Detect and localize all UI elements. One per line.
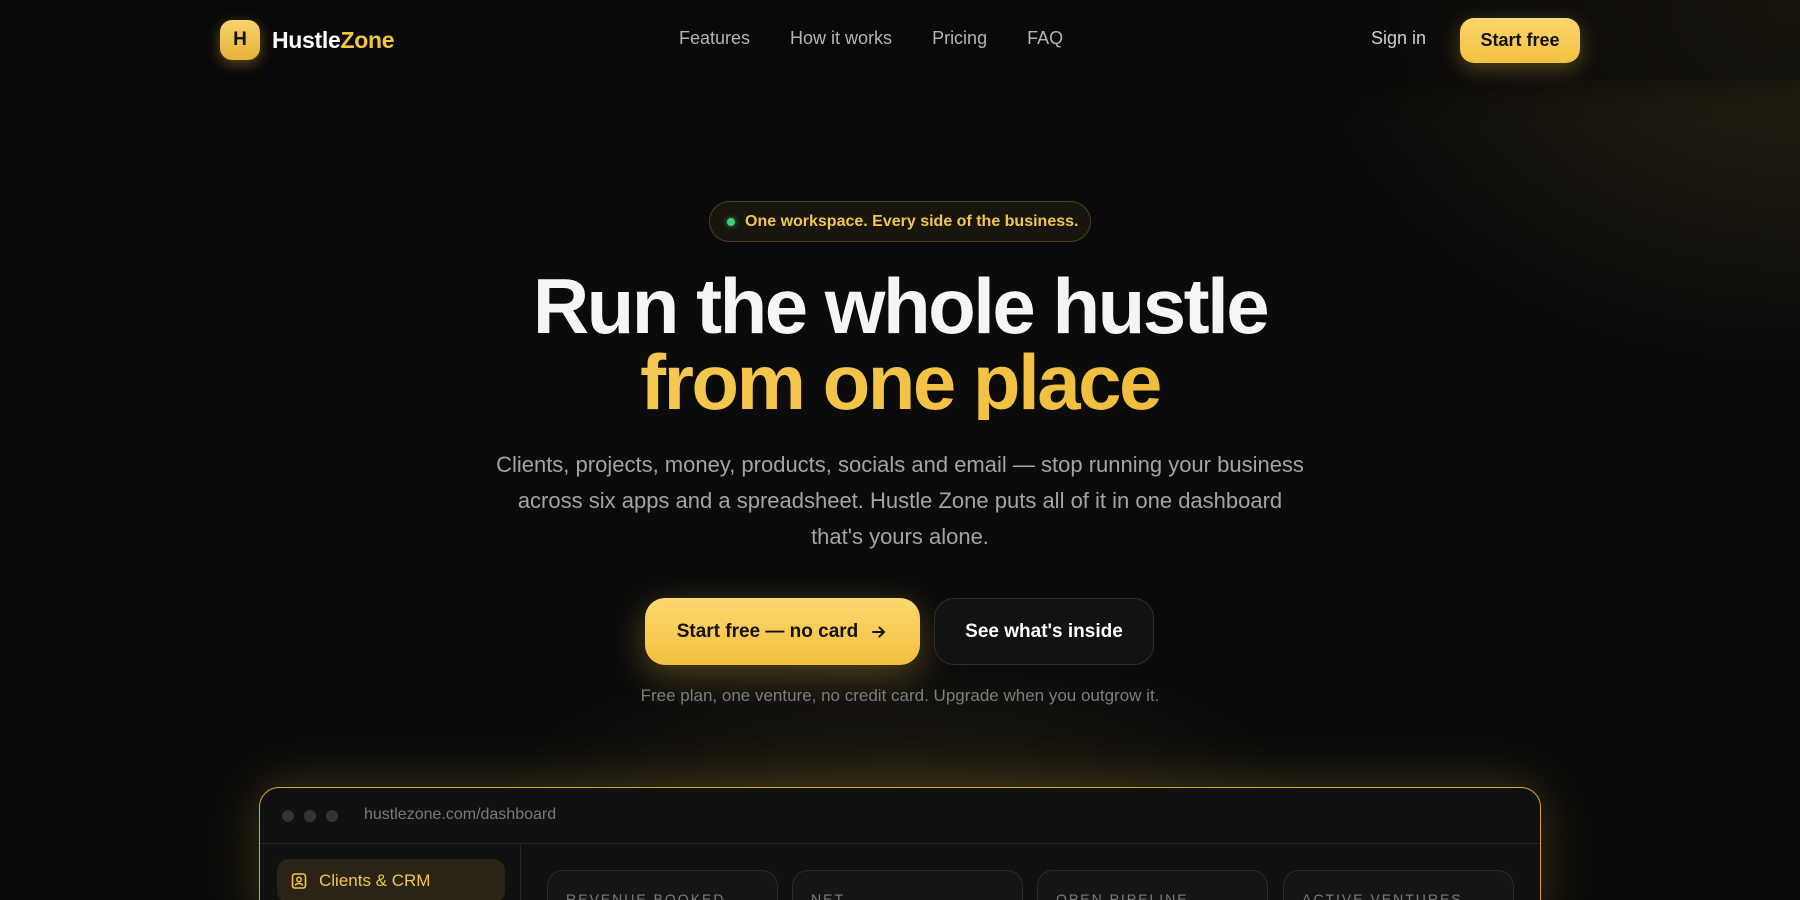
stat-card-net: Net (792, 870, 1023, 900)
stat-card-label: Active ventures (1302, 891, 1463, 900)
sidebar-item-label: Clients & CRM (319, 871, 431, 890)
hero-fineprint: Free plan, one venture, no credit card. … (640, 686, 1160, 705)
tagline-badge-text: One workspace. Every side of the busines… (745, 212, 1079, 230)
browser-bar: hustlezone.com/dashboard (260, 788, 1540, 844)
nav-link-features[interactable]: Features (679, 28, 750, 49)
sidebar-item-clients-crm[interactable]: Clients & CRM (277, 859, 505, 900)
hero-headline-line2: from one place (0, 343, 1800, 421)
status-dot-icon (727, 217, 735, 226)
tagline-badge: One workspace. Every side of the busines… (709, 201, 1091, 242)
brand-name-part1: Hustle (272, 26, 341, 53)
see-whats-inside-button[interactable]: See what's inside (934, 598, 1154, 665)
brand-logo-link[interactable]: H HustleZone (220, 20, 395, 60)
logo-mark: H (220, 20, 260, 60)
preview-sidebar: Clients & CRM (260, 844, 521, 900)
window-dot-icon (326, 810, 338, 822)
top-nav: H HustleZone Features How it works Prici… (0, 0, 1800, 80)
nav-link-how-it-works[interactable]: How it works (790, 28, 892, 49)
hero-headline: Run the whole hustle from one place (0, 262, 1800, 421)
browser-url: hustlezone.com/dashboard (364, 806, 557, 823)
brand-name: HustleZone (272, 26, 395, 54)
contact-card-icon (291, 873, 307, 889)
dashboard-preview: hustlezone.com/dashboard Clients & CRM R… (259, 787, 1541, 900)
nav-links: Features How it works Pricing FAQ (679, 28, 1063, 49)
arrow-right-icon (872, 626, 886, 637)
start-free-no-card-button[interactable]: Start free — no card (645, 598, 920, 665)
sign-in-link[interactable]: Sign in (1371, 28, 1426, 49)
brand-name-part2: Zone (340, 26, 395, 53)
start-free-button[interactable]: Start free (1460, 18, 1580, 63)
window-dot-icon (282, 810, 294, 822)
hero-headline-line1: Run the whole hustle (532, 262, 1270, 350)
stat-card-revenue-booked: Revenue booked (547, 870, 778, 900)
stat-card-label: Open pipeline (1056, 891, 1189, 900)
hero-subtitle: Clients, projects, money, products, soci… (496, 452, 1304, 549)
stat-card-label: Revenue booked (566, 891, 726, 900)
stat-card-active-ventures: Active ventures (1283, 870, 1514, 900)
nav-link-faq[interactable]: FAQ (1027, 28, 1063, 49)
window-dot-icon (304, 810, 316, 822)
stat-card-open-pipeline: Open pipeline (1037, 870, 1268, 900)
stat-card-label: Net (811, 891, 845, 900)
start-free-no-card-label: Start free — no card (676, 620, 859, 642)
nav-link-pricing[interactable]: Pricing (932, 28, 987, 49)
